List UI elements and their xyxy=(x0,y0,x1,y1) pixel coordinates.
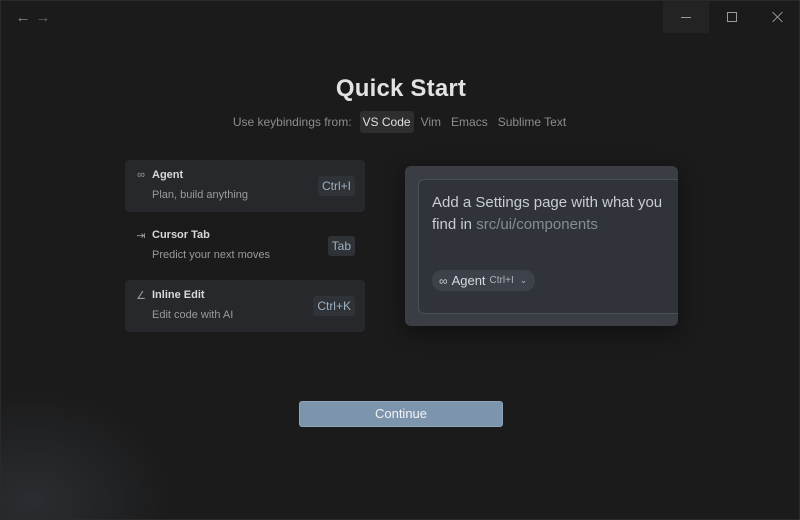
preview-card: Add a Settings page with what you find i… xyxy=(405,166,678,326)
feature-shortcut: Ctrl+I xyxy=(317,176,355,196)
agent-mode-dropdown[interactable]: ∞ Agent Ctrl+I ⌄ xyxy=(432,270,536,291)
infinity-icon: ∞ xyxy=(137,169,145,181)
preview-input-box: Add a Settings page with what you find i… xyxy=(418,179,678,314)
keybindings-selector: Use keybindings from: VS Code Vim Emacs … xyxy=(1,111,800,133)
keybindings-label: Use keybindings from: xyxy=(232,115,352,129)
agent-mode-label: Agent xyxy=(451,273,486,288)
feature-list: ∞ Agent Plan, build anything Ctrl+I ⇥ Cu… xyxy=(125,160,365,340)
minimize-button[interactable] xyxy=(663,1,709,33)
infinity-icon: ∞ xyxy=(439,273,448,288)
close-icon xyxy=(772,11,784,23)
continue-button[interactable]: Continue xyxy=(299,401,503,427)
feature-name: Cursor Tab xyxy=(152,229,210,241)
maximize-icon xyxy=(727,12,737,22)
chevron-down-icon: ⌄ xyxy=(519,275,528,285)
agent-mode-shortcut: Ctrl+I xyxy=(489,275,514,286)
feature-shortcut: Tab xyxy=(327,236,355,256)
maximize-button[interactable] xyxy=(709,1,755,33)
arrow-left-icon[interactable]: ← xyxy=(15,10,31,26)
minimize-icon xyxy=(681,16,691,18)
page-title: Quick Start xyxy=(335,75,467,102)
keybinding-option-vim[interactable]: Vim xyxy=(418,111,444,133)
tab-arrow-icon: ⇥ xyxy=(136,230,146,242)
keybinding-option-sublime[interactable]: Sublime Text xyxy=(495,111,569,133)
prompt-path: src/ui/components xyxy=(476,216,598,233)
arrow-right-icon[interactable]: → xyxy=(35,10,51,26)
feature-cursor-tab[interactable]: ⇥ Cursor Tab Predict your next moves Tab xyxy=(125,220,365,272)
close-button[interactable] xyxy=(755,1,800,33)
keybinding-option-emacs[interactable]: Emacs xyxy=(448,111,491,133)
title-bar: ← → xyxy=(1,1,799,35)
keybinding-option-vscode[interactable]: VS Code xyxy=(359,111,414,133)
pencil-icon: ∠ xyxy=(136,290,146,302)
prompt-text: Add a Settings page with what you find i… xyxy=(432,192,678,236)
feature-agent[interactable]: ∞ Agent Plan, build anything Ctrl+I xyxy=(125,160,365,212)
quick-start-window: ← → Quick Start Use keybindings from: VS… xyxy=(0,0,800,520)
feature-description: Predict your next moves xyxy=(152,249,270,261)
feature-shortcut: Ctrl+K xyxy=(313,296,355,316)
feature-inline-edit[interactable]: ∠ Inline Edit Edit code with AI Ctrl+K xyxy=(125,280,365,332)
